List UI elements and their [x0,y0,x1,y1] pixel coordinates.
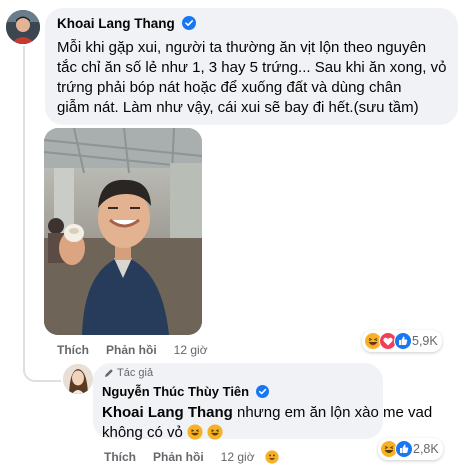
mention-link[interactable]: Khoai Lang Thang [102,404,233,421]
author-name[interactable]: Nguyễn Thúc Thùy Tiên [102,384,249,399]
laughing-emoji-icon [207,424,223,440]
reply-avatar[interactable] [63,364,93,394]
like-icon [394,332,412,350]
reply-button[interactable]: Phản hồi [106,343,157,357]
comment-author[interactable]: Khoai Lang Thang [57,16,196,31]
author-role-label: Tác giả [104,367,153,379]
comment-actions: Thích Phản hồi 12 giờ [57,343,218,357]
reply-author[interactable]: Nguyễn Thúc Thùy Tiên [102,384,269,399]
like-button[interactable]: Thích [57,343,89,357]
comment-timestamp[interactable]: 12 giờ [174,343,208,357]
verified-badge-icon [255,385,269,398]
reaction-count[interactable]: 2,8K [413,442,439,456]
comment-photo[interactable] [44,128,202,335]
like-button[interactable]: Thích [104,450,136,464]
reply-text: Khoai Lang Thang nhưng em ăn lộn xào me … [102,404,433,441]
comment-text: Mỗi khi gặp xui, người ta thường ăn vịt … [57,39,447,116]
reply-button[interactable]: Phản hồi [153,450,204,464]
author-name[interactable]: Khoai Lang Thang [57,16,175,31]
comment-timestamp[interactable]: 12 giờ [221,450,255,464]
pen-icon [105,369,113,377]
grinning-emoji-icon [264,450,279,464]
reaction-summary[interactable]: 5,9K [362,330,442,352]
verified-badge-icon [181,16,196,30]
avatar[interactable] [6,10,40,44]
reply-reaction-summary[interactable]: 2,8K [378,438,443,460]
reaction-count[interactable]: 5,9K [412,334,438,348]
reply-actions: Thích Phản hồi 12 giờ [104,450,279,464]
like-icon [395,440,413,458]
laughing-emoji-icon [187,424,203,440]
